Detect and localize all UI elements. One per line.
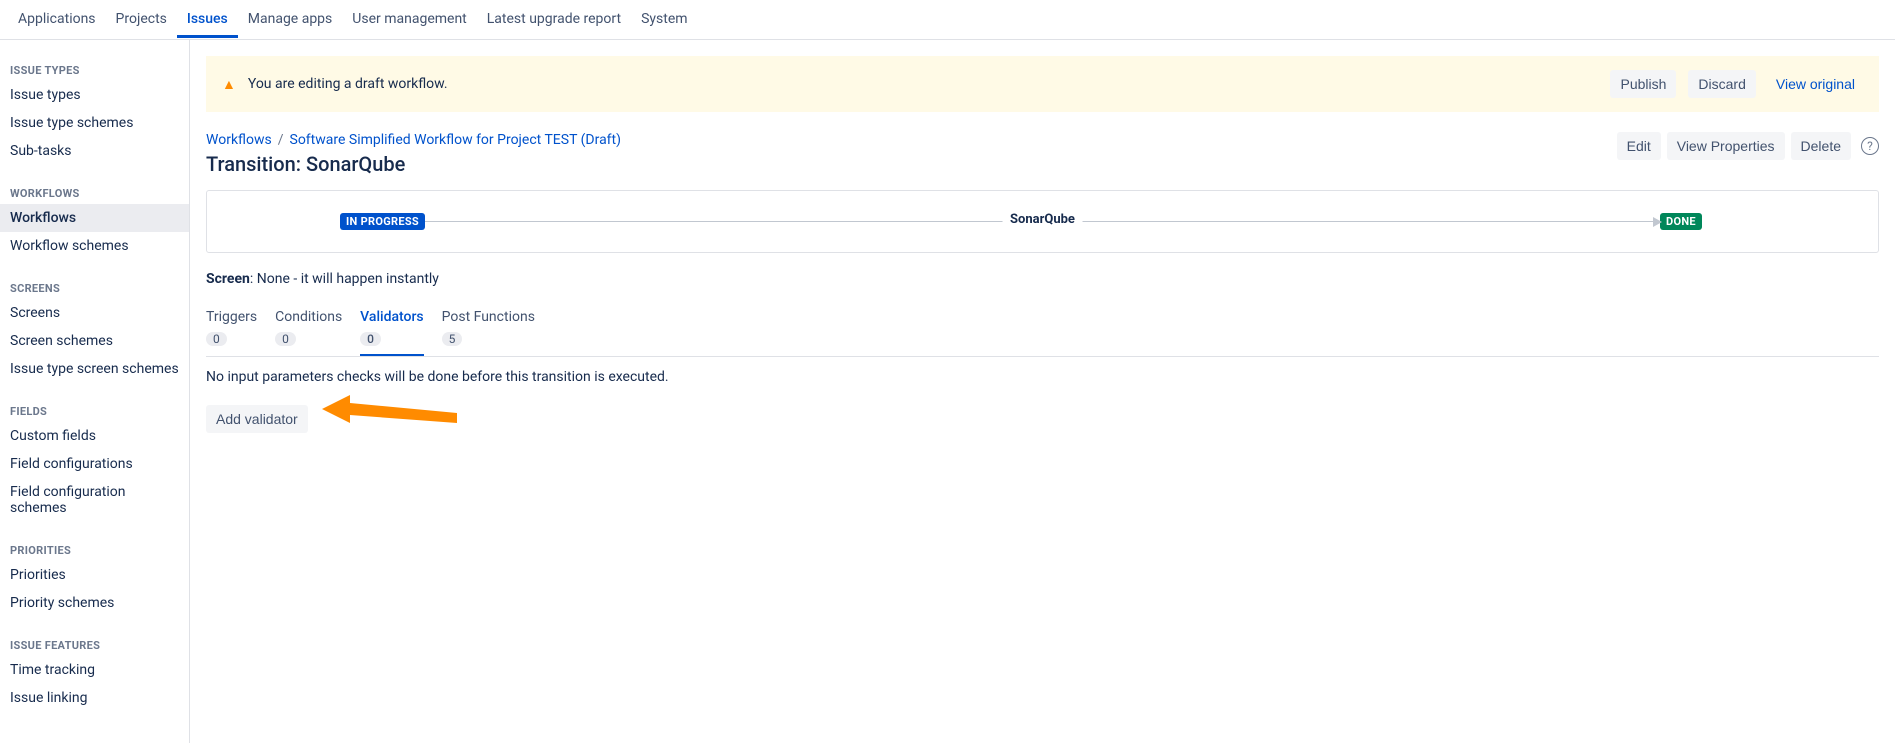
side-heading-priorities: PRIORITIES <box>0 536 189 561</box>
tab-validators-label: Validators <box>360 309 423 325</box>
sidebar: ISSUE TYPES Issue types Issue type schem… <box>0 40 190 743</box>
discard-button[interactable]: Discard <box>1688 70 1755 98</box>
side-item-issue-type-schemes[interactable]: Issue type schemes <box>0 109 189 137</box>
side-item-issue-type-screen-schemes[interactable]: Issue type screen schemes <box>0 355 189 383</box>
side-item-screens[interactable]: Screens <box>0 299 189 327</box>
status-to: DONE <box>1660 213 1702 230</box>
topnav-system[interactable]: System <box>631 1 697 38</box>
view-properties-button[interactable]: View Properties <box>1667 132 1785 160</box>
side-item-field-configurations[interactable]: Field configurations <box>0 450 189 478</box>
tab-triggers-count: 0 <box>206 332 227 346</box>
topnav-projects[interactable]: Projects <box>106 1 177 38</box>
screen-info: Screen: None - it will happen instantly <box>206 271 1879 287</box>
tab-conditions-label: Conditions <box>275 309 342 325</box>
transition-diagram: IN PROGRESS SonarQube DONE <box>206 190 1879 253</box>
banner-text: You are editing a draft workflow. <box>248 76 1599 92</box>
side-heading-workflows: WORKFLOWS <box>0 179 189 204</box>
tab-triggers[interactable]: Triggers 0 <box>206 305 257 356</box>
side-heading-fields: FIELDS <box>0 397 189 422</box>
side-item-custom-fields[interactable]: Custom fields <box>0 422 189 450</box>
top-nav: Applications Projects Issues Manage apps… <box>0 0 1895 40</box>
side-heading-issue-features: ISSUE FEATURES <box>0 631 189 656</box>
breadcrumb-current[interactable]: Software Simplified Workflow for Project… <box>290 132 622 148</box>
side-item-workflows[interactable]: Workflows <box>0 204 189 232</box>
side-item-field-configuration-schemes[interactable]: Field configuration schemes <box>0 478 189 522</box>
draft-banner: ▲ You are editing a draft workflow. Publ… <box>206 56 1879 112</box>
breadcrumb-separator: / <box>278 132 284 148</box>
side-item-priority-schemes[interactable]: Priority schemes <box>0 589 189 617</box>
side-item-priorities[interactable]: Priorities <box>0 561 189 589</box>
side-item-screen-schemes[interactable]: Screen schemes <box>0 327 189 355</box>
side-item-issue-linking[interactable]: Issue linking <box>0 684 189 712</box>
tab-triggers-label: Triggers <box>206 309 257 325</box>
page-title: Transition: SonarQube <box>206 152 621 176</box>
view-original-link[interactable]: View original <box>1768 70 1863 98</box>
status-from: IN PROGRESS <box>340 213 425 230</box>
side-item-workflow-schemes[interactable]: Workflow schemes <box>0 232 189 260</box>
topnav-manage-apps[interactable]: Manage apps <box>238 1 343 38</box>
topnav-user-management[interactable]: User management <box>342 1 476 38</box>
tab-conditions[interactable]: Conditions 0 <box>275 305 342 356</box>
tab-conditions-count: 0 <box>275 332 296 346</box>
side-item-time-tracking[interactable]: Time tracking <box>0 656 189 684</box>
arrow-icon <box>1653 217 1662 227</box>
delete-button[interactable]: Delete <box>1791 132 1851 160</box>
edit-button[interactable]: Edit <box>1617 132 1661 160</box>
tab-post-functions-label: Post Functions <box>442 309 535 325</box>
tab-post-functions[interactable]: Post Functions 5 <box>442 305 535 356</box>
topnav-applications[interactable]: Applications <box>8 1 106 38</box>
breadcrumb-workflows[interactable]: Workflows <box>206 132 272 148</box>
main-content: ▲ You are editing a draft workflow. Publ… <box>190 40 1895 743</box>
topnav-upgrade-report[interactable]: Latest upgrade report <box>477 1 631 38</box>
validators-empty-text: No input parameters checks will be done … <box>206 369 1879 385</box>
breadcrumb: Workflows / Software Simplified Workflow… <box>206 132 621 148</box>
add-validator-button[interactable]: Add validator <box>206 405 308 433</box>
topnav-issues[interactable]: Issues <box>177 1 238 38</box>
transition-name-label: SonarQube <box>1002 212 1083 227</box>
screen-value: : None - it will happen instantly <box>250 271 439 287</box>
side-heading-screens: SCREENS <box>0 274 189 299</box>
side-item-issue-types[interactable]: Issue types <box>0 81 189 109</box>
screen-label: Screen <box>206 271 250 287</box>
tab-validators[interactable]: Validators 0 <box>360 305 423 356</box>
annotation-arrow-icon <box>322 399 462 439</box>
side-heading-issue-types: ISSUE TYPES <box>0 56 189 81</box>
publish-button[interactable]: Publish <box>1610 70 1676 98</box>
transition-tabs: Triggers 0 Conditions 0 Validators 0 Pos… <box>206 305 1879 357</box>
help-icon[interactable]: ? <box>1861 137 1879 155</box>
tab-post-functions-count: 5 <box>442 332 463 346</box>
warning-icon: ▲ <box>222 76 236 93</box>
tab-validators-count: 0 <box>360 332 381 346</box>
side-item-sub-tasks[interactable]: Sub-tasks <box>0 137 189 165</box>
